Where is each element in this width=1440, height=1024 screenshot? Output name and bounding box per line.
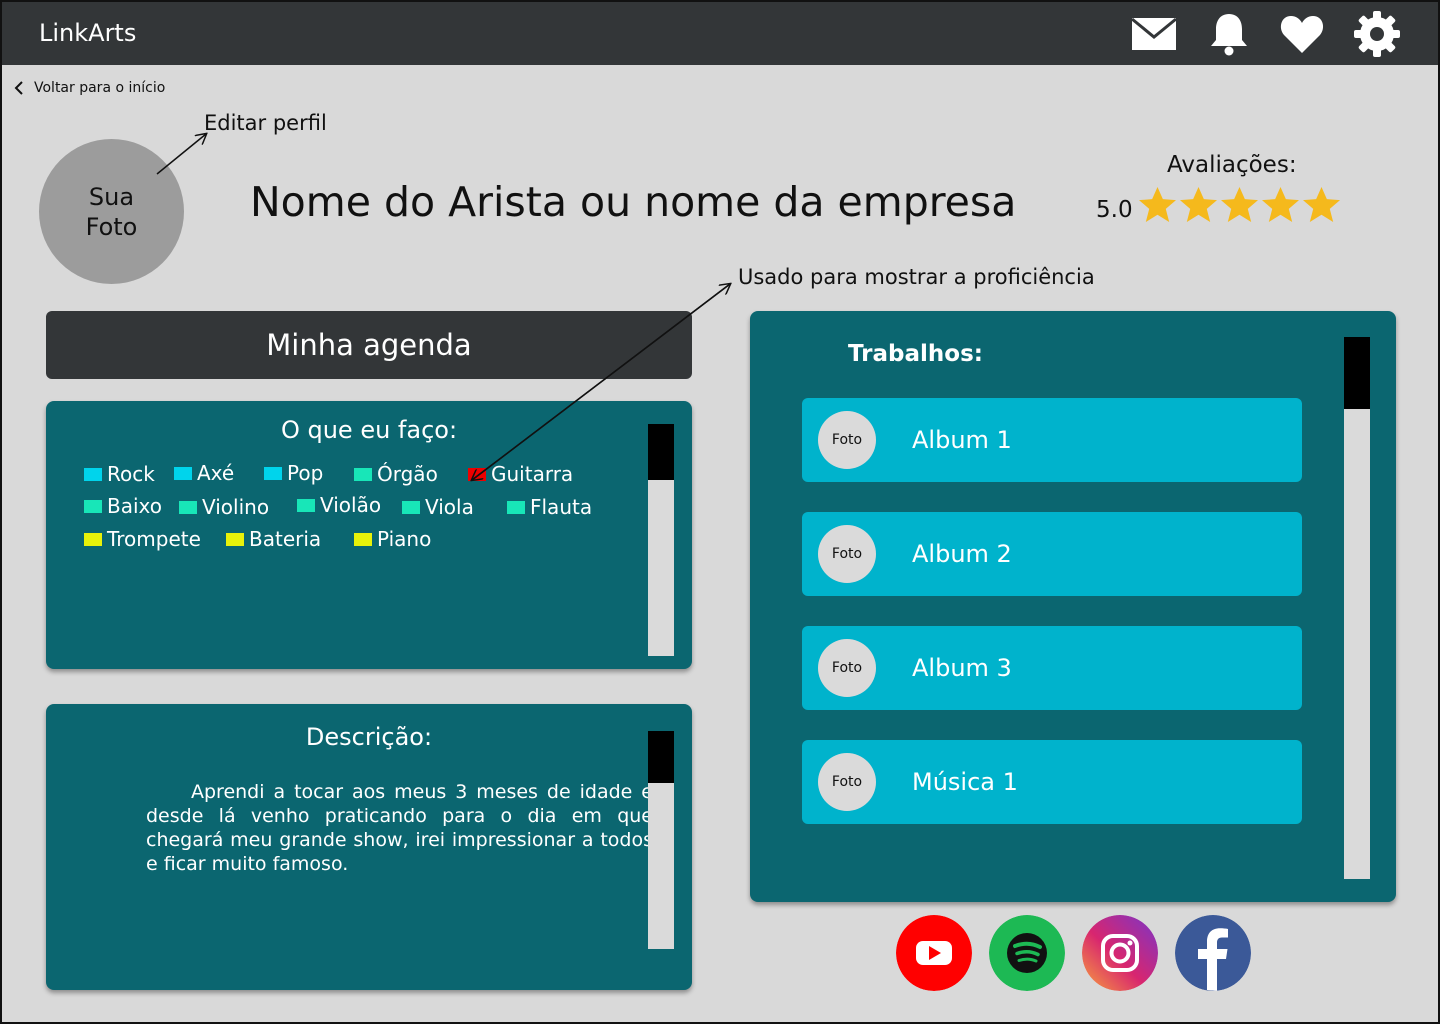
star-icon [1221, 186, 1258, 223]
skill-label: Guitarra [491, 462, 574, 486]
skill-label: Órgão [377, 462, 438, 486]
spotify-icon[interactable] [989, 915, 1065, 991]
skill-swatch [354, 532, 372, 546]
work-item[interactable]: Foto Album 3 [802, 626, 1302, 710]
skill-label: Bateria [249, 527, 322, 551]
skill-swatch [402, 500, 420, 514]
skill-tag[interactable]: Trompete [84, 527, 201, 551]
work-label: Album 1 [912, 426, 1012, 454]
skill-tag[interactable]: Baixo [84, 494, 162, 518]
skill-label: Rock [107, 462, 155, 486]
skill-tag[interactable]: Axé [174, 461, 234, 485]
description-text: Aprendi a tocar aos meus 3 meses de idad… [146, 781, 653, 875]
skill-tag[interactable]: Bateria [226, 527, 321, 551]
edit-profile-annotation[interactable]: Editar perfil [204, 111, 327, 135]
skill-label: Baixo [107, 494, 162, 518]
bell-icon[interactable] [1205, 10, 1253, 58]
skills-scroll-thumb[interactable] [648, 424, 674, 480]
description-scroll-thumb[interactable] [648, 731, 674, 783]
mail-icon[interactable] [1130, 10, 1178, 58]
description-scrollbar[interactable] [648, 731, 674, 949]
work-item[interactable]: Foto Música 1 [802, 740, 1302, 824]
skill-label: Piano [377, 527, 432, 551]
skill-tag[interactable]: Flauta [507, 495, 592, 519]
skill-label: Flauta [530, 495, 593, 519]
gear-icon[interactable] [1353, 10, 1401, 58]
works-scroll-thumb[interactable] [1344, 337, 1370, 409]
skill-label: Axé [197, 461, 235, 485]
skill-tag[interactable]: Pop [264, 461, 323, 485]
work-label: Album 2 [912, 540, 1012, 568]
photo-label-line2: Foto [85, 212, 138, 241]
skill-tag[interactable]: Rock [84, 462, 155, 486]
rating-value: 5.0 [1096, 197, 1133, 223]
skill-label: Trompete [107, 527, 201, 551]
brand-name[interactable]: LinkArts [39, 19, 136, 47]
description-panel: Descrição: Aprendi a tocar aos meus 3 me… [46, 704, 692, 990]
work-photo: Foto [818, 639, 876, 697]
skill-label: Viola [425, 495, 474, 519]
skill-tag[interactable]: Órgão [354, 462, 438, 486]
rating-label: Avaliações: [1167, 152, 1297, 178]
star-icon [1262, 186, 1299, 223]
skill-tag[interactable]: Violino [179, 495, 269, 519]
skill-swatch [354, 467, 372, 481]
chevron-left-icon [14, 81, 23, 95]
work-label: Album 3 [912, 654, 1012, 682]
heart-icon[interactable] [1278, 10, 1326, 58]
skill-swatch [84, 499, 102, 513]
facebook-icon[interactable] [1175, 915, 1251, 991]
skill-tag[interactable]: Violão [297, 493, 381, 517]
works-title: Trabalhos: [848, 341, 983, 367]
works-scrollbar[interactable] [1344, 337, 1370, 879]
skill-swatch [264, 466, 282, 480]
skill-label: Violão [320, 493, 382, 517]
back-link[interactable]: Voltar para o início [14, 80, 165, 96]
skill-swatch [179, 500, 197, 514]
profile-photo[interactable]: Sua Foto [39, 139, 184, 284]
skill-label: Pop [287, 461, 324, 485]
skill-swatch [226, 532, 244, 546]
skills-title: O que eu faço: [280, 416, 458, 444]
star-icon [1139, 186, 1176, 223]
work-item[interactable]: Foto Album 1 [802, 398, 1302, 482]
photo-label-line1: Sua [88, 182, 135, 211]
work-label: Música 1 [912, 768, 1018, 796]
skill-swatch [174, 466, 192, 480]
star-icon [1180, 186, 1217, 223]
proficiency-annotation: Usado para mostrar a proficiência [738, 265, 1095, 289]
skill-tag[interactable]: Piano [354, 527, 431, 551]
skill-tag[interactable]: Viola [402, 495, 474, 519]
skill-swatch [84, 467, 102, 481]
description-title: Descrição: [305, 723, 433, 751]
back-label: Voltar para o início [34, 80, 166, 96]
skill-swatch [297, 498, 315, 512]
skills-scrollbar[interactable] [648, 424, 674, 656]
star-icon [1303, 186, 1340, 223]
rating-stars [1138, 186, 1341, 223]
youtube-icon[interactable] [896, 915, 972, 991]
work-item[interactable]: Foto Album 2 [802, 512, 1302, 596]
top-bar: LinkArts [2, 2, 1438, 65]
work-photo: Foto [818, 753, 876, 811]
skill-swatch [468, 467, 486, 481]
agenda-button[interactable]: Minha agenda [46, 311, 692, 379]
instagram-icon[interactable] [1082, 915, 1158, 991]
works-panel: Trabalhos: Foto Album 1 Foto Album 2 Fot… [750, 311, 1396, 902]
work-photo: Foto [818, 411, 876, 469]
skill-tag[interactable]: Guitarra [468, 462, 573, 486]
skill-swatch [507, 500, 525, 514]
work-photo: Foto [818, 525, 876, 583]
profile-name: Nome do Arista ou nome da empresa [250, 178, 1017, 226]
skill-swatch [84, 532, 102, 546]
skills-panel: O que eu faço: Rock Axé Pop Órgão Guitar… [46, 401, 692, 669]
skill-label: Violino [202, 495, 270, 519]
